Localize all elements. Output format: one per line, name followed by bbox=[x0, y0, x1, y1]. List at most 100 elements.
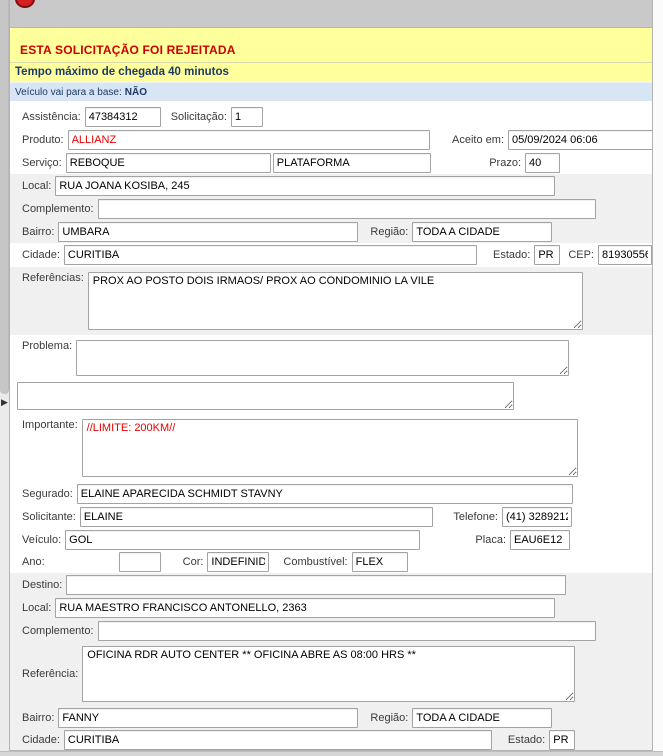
bairro-origem-label: Bairro: bbox=[22, 226, 54, 238]
servico-label: Serviço: bbox=[22, 157, 62, 169]
importante-textarea[interactable]: //LIMITE: 200KM// bbox=[82, 419, 578, 477]
regiao-origem-input[interactable] bbox=[412, 222, 552, 242]
problema-label: Problema: bbox=[22, 340, 72, 352]
vehicle-to-base-value: NÃO bbox=[125, 87, 147, 98]
regiao-destino-label: Região: bbox=[370, 712, 408, 724]
solicitante-label: Solicitante: bbox=[22, 511, 76, 523]
row-ano-cor-combustivel: Ano: Cor: Combustível: bbox=[10, 551, 652, 573]
problema-textarea[interactable] bbox=[76, 340, 569, 376]
produto-label: Produto: bbox=[22, 134, 64, 146]
row-segurado: Segurado: bbox=[10, 482, 652, 505]
cidade-origem-input[interactable] bbox=[64, 245, 477, 265]
servico-tipo-input[interactable] bbox=[273, 153, 431, 173]
referencia-destino-textarea[interactable]: OFICINA RDR AUTO CENTER ** OFICINA ABRE … bbox=[82, 646, 575, 702]
estado-origem-input[interactable] bbox=[534, 245, 560, 265]
row-veiculo: Veículo: Placa: bbox=[10, 528, 652, 551]
placa-input[interactable] bbox=[510, 530, 570, 550]
cidade-destino-label: Cidade: bbox=[22, 734, 60, 746]
estado-destino-input[interactable] bbox=[549, 730, 575, 750]
app-window: ▶ ESTA SOLICITAÇÃO FOI REJEITADA Tempo m… bbox=[0, 0, 663, 756]
arrival-time-banner: Tempo máximo de chegada 40 minutos bbox=[10, 62, 652, 82]
row-importante: Importante: //LIMITE: 200KM// bbox=[10, 414, 652, 482]
veiculo-label: Veículo: bbox=[22, 534, 61, 546]
destino-input[interactable] bbox=[66, 575, 566, 595]
sidebar-splitter-top bbox=[0, 0, 9, 394]
regiao-destino-input[interactable] bbox=[412, 708, 552, 728]
row-cidade-destino: Cidade: Estado: bbox=[10, 729, 652, 751]
solicitacao-input[interactable] bbox=[231, 107, 263, 127]
app-logo-icon bbox=[15, 0, 35, 8]
row-bairro-origem: Bairro: Região: bbox=[10, 220, 652, 243]
row-servico: Serviço: Prazo: bbox=[10, 151, 652, 174]
complemento-destino-input[interactable] bbox=[98, 621, 596, 641]
row-cidade-origem: Cidade: Estado: CEP: bbox=[10, 243, 652, 267]
veiculo-input[interactable] bbox=[65, 530, 420, 550]
row-problema: Problema: bbox=[10, 335, 652, 380]
row-assistencia: Assistência: Solicitação: bbox=[10, 105, 652, 128]
vehicle-to-base-row: Veículo vai para a base:NÃO bbox=[10, 82, 652, 101]
complemento-origem-label: Complemento: bbox=[22, 203, 94, 215]
combustivel-input[interactable] bbox=[352, 552, 408, 572]
row-destino: Destino: bbox=[10, 573, 652, 596]
estado-destino-label: Estado: bbox=[508, 734, 545, 746]
problema-extra-textarea[interactable] bbox=[17, 382, 514, 410]
cep-origem-label: CEP: bbox=[568, 249, 594, 261]
ano-label: Ano: bbox=[22, 556, 45, 568]
window-bottom-edge bbox=[0, 751, 663, 756]
row-referencia-destino: Referência: OFICINA RDR AUTO CENTER ** O… bbox=[10, 642, 652, 706]
segurado-label: Segurado: bbox=[22, 488, 73, 500]
row-bairro-destino: Bairro: Região: bbox=[10, 706, 652, 729]
assistencia-label: Assistência: bbox=[22, 111, 81, 123]
bairro-destino-label: Bairro: bbox=[22, 712, 54, 724]
row-produto: Produto: Aceito em: bbox=[10, 128, 652, 151]
aceito-em-label: Aceito em: bbox=[452, 134, 504, 146]
complemento-origem-input[interactable] bbox=[98, 199, 596, 219]
telefone-label: Telefone: bbox=[453, 511, 498, 523]
importante-label: Importante: bbox=[22, 419, 78, 431]
placa-label: Placa: bbox=[475, 534, 506, 546]
local-origem-input[interactable] bbox=[55, 176, 555, 196]
local-destino-input[interactable] bbox=[55, 598, 555, 618]
referencias-label: Referências: bbox=[22, 272, 84, 284]
destino-label: Destino: bbox=[22, 579, 62, 591]
solicitante-input[interactable] bbox=[80, 507, 433, 527]
combustivel-label: Combustível: bbox=[283, 556, 347, 568]
cidade-destino-input[interactable] bbox=[64, 730, 492, 750]
telefone-input[interactable] bbox=[502, 507, 572, 527]
local-destino-label: Local: bbox=[22, 602, 51, 614]
top-toolbar bbox=[10, 0, 652, 28]
estado-origem-label: Estado: bbox=[493, 249, 530, 261]
cep-origem-input[interactable] bbox=[598, 245, 652, 265]
row-complemento-origem: Complemento: bbox=[10, 197, 652, 220]
segurado-input[interactable] bbox=[77, 484, 573, 504]
aceito-em-input[interactable] bbox=[508, 130, 653, 150]
bairro-destino-input[interactable] bbox=[58, 708, 358, 728]
row-local-destino: Local: bbox=[10, 596, 652, 619]
cor-input[interactable] bbox=[207, 552, 269, 572]
solicitacao-label: Solicitação: bbox=[171, 111, 227, 123]
prazo-label: Prazo: bbox=[489, 157, 521, 169]
complemento-destino-label: Complemento: bbox=[22, 625, 94, 637]
produto-input[interactable] bbox=[68, 130, 430, 150]
referencias-textarea[interactable]: PROX AO POSTO DOIS IRMAOS/ PROX AO CONDO… bbox=[88, 272, 583, 330]
row-referencias: Referências: PROX AO POSTO DOIS IRMAOS/ … bbox=[10, 267, 652, 335]
row-complemento-destino: Complemento: bbox=[10, 619, 652, 642]
cidade-origem-label: Cidade: bbox=[22, 249, 60, 261]
solicitation-form-panel: ESTA SOLICITAÇÃO FOI REJEITADA Tempo máx… bbox=[9, 0, 653, 751]
rejected-banner: ESTA SOLICITAÇÃO FOI REJEITADA bbox=[10, 28, 652, 62]
cor-label: Cor: bbox=[183, 556, 204, 568]
referencia-destino-label: Referência: bbox=[22, 668, 78, 680]
local-origem-label: Local: bbox=[22, 180, 51, 192]
row-solicitante: Solicitante: Telefone: bbox=[10, 505, 652, 528]
ano-input[interactable] bbox=[119, 552, 161, 572]
servico-input[interactable] bbox=[66, 153, 271, 173]
vehicle-to-base-label: Veículo vai para a base: bbox=[15, 87, 122, 98]
regiao-origem-label: Região: bbox=[370, 226, 408, 238]
prazo-input[interactable] bbox=[525, 153, 560, 173]
assistencia-input[interactable] bbox=[85, 107, 161, 127]
bairro-origem-input[interactable] bbox=[58, 222, 358, 242]
row-problema-extra bbox=[10, 380, 652, 414]
sidebar-splitter: ▶ bbox=[0, 0, 9, 756]
sidebar-expand-arrow-icon[interactable]: ▶ bbox=[0, 396, 9, 408]
row-local-origem: Local: bbox=[10, 174, 652, 197]
